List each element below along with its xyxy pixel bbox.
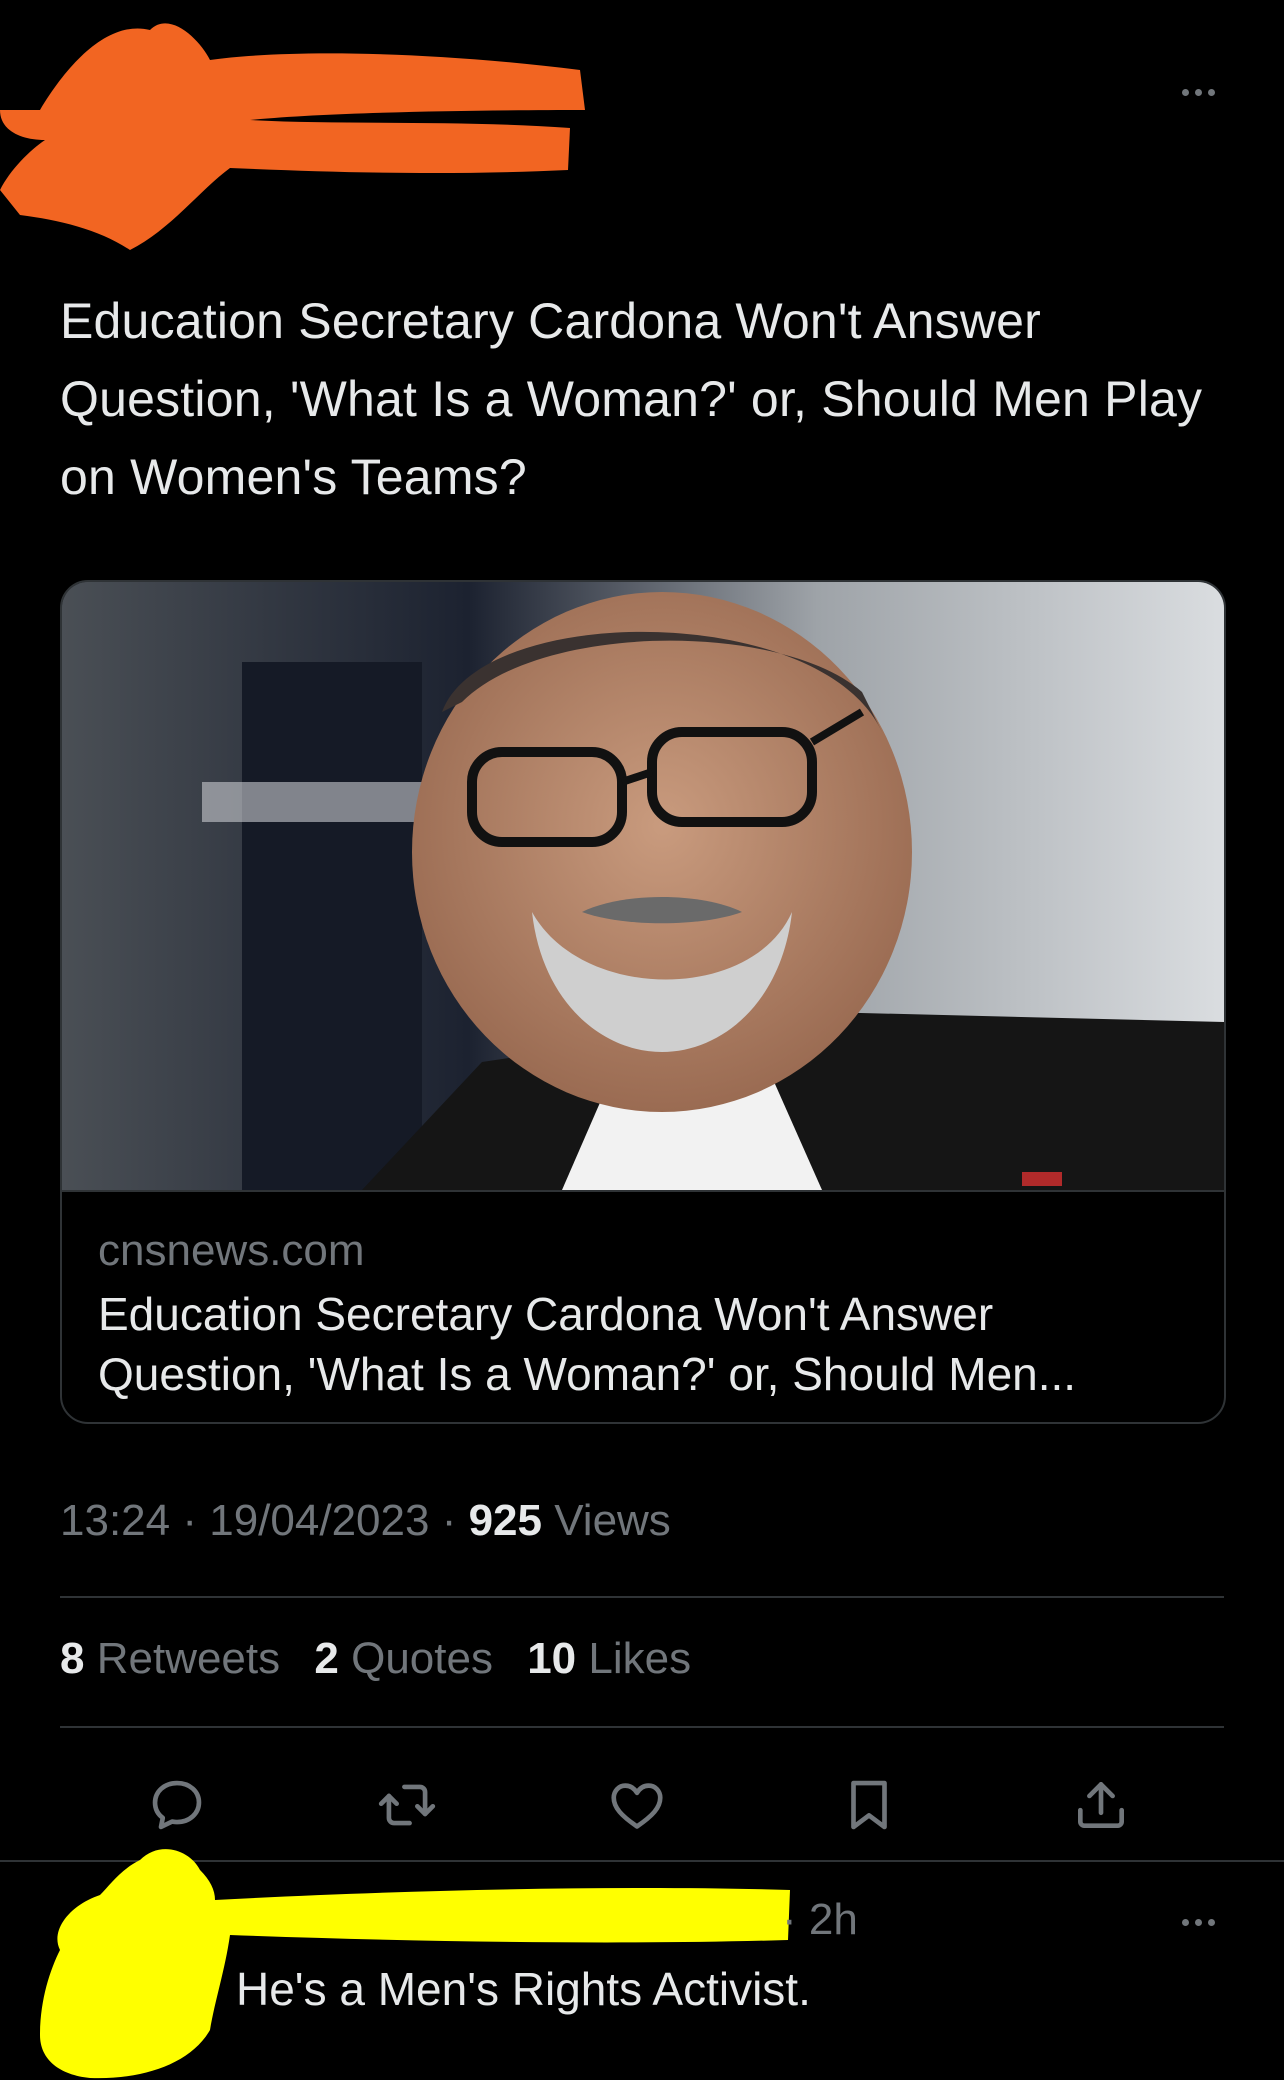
bookmark-button[interactable] (834, 1770, 904, 1840)
reply-icon (152, 1780, 202, 1830)
reply-more-options-icon[interactable] (1170, 1906, 1226, 1938)
article-photo (62, 582, 1224, 1190)
meta-separator: · (441, 1496, 457, 1545)
link-preview-card[interactable]: cnsnews.com Education Secretary Cardona … (60, 580, 1226, 1424)
divider (60, 1726, 1224, 1728)
likes-count: 10 (527, 1634, 577, 1683)
engagement-stats: 8 Retweets 2 Quotes 10 Likes (60, 1634, 713, 1684)
share-icon (1078, 1782, 1124, 1828)
likes-stat[interactable]: 10 Likes (527, 1634, 691, 1683)
more-options-icon[interactable] (1170, 76, 1226, 108)
views-label: Views (554, 1496, 671, 1545)
redacted-author-scribble (0, 23, 585, 250)
like-icon (611, 1783, 663, 1829)
card-domain: cnsnews.com (98, 1226, 365, 1275)
tweet-date: 19/04/2023 (209, 1496, 430, 1545)
reply-text: He's a Men's Rights Activist. (236, 1963, 811, 2015)
redacted-reply-author-scribble (40, 1849, 790, 2079)
retweets-label: Retweets (96, 1634, 281, 1683)
meta-separator: · (182, 1496, 197, 1545)
card-title: Education Secretary Cardona Won't Answer… (98, 1288, 1077, 1400)
share-button[interactable] (1066, 1770, 1136, 1840)
retweets-count: 8 (60, 1634, 85, 1683)
card-footer: cnsnews.com Education Secretary Cardona … (62, 1190, 1224, 1422)
quotes-count: 2 (314, 1634, 339, 1683)
tweet-time: 13:24 (60, 1496, 171, 1545)
tweet-meta: 13:24 · 19/04/2023 · 925 Views (60, 1496, 671, 1546)
quotes-label: Quotes (351, 1634, 493, 1683)
quotes-stat[interactable]: 2 Quotes (314, 1634, 505, 1683)
bookmark-icon (851, 1780, 887, 1830)
reply-time: · 2h (782, 1895, 858, 1944)
views-count: 925 (468, 1496, 542, 1545)
tweet-text: Education Secretary Cardona Won't Answer… (60, 293, 1203, 505)
retweet-icon (378, 1784, 436, 1826)
likes-label: Likes (588, 1634, 692, 1683)
divider (60, 1596, 1224, 1598)
retweets-stat[interactable]: 8 Retweets (60, 1634, 292, 1683)
